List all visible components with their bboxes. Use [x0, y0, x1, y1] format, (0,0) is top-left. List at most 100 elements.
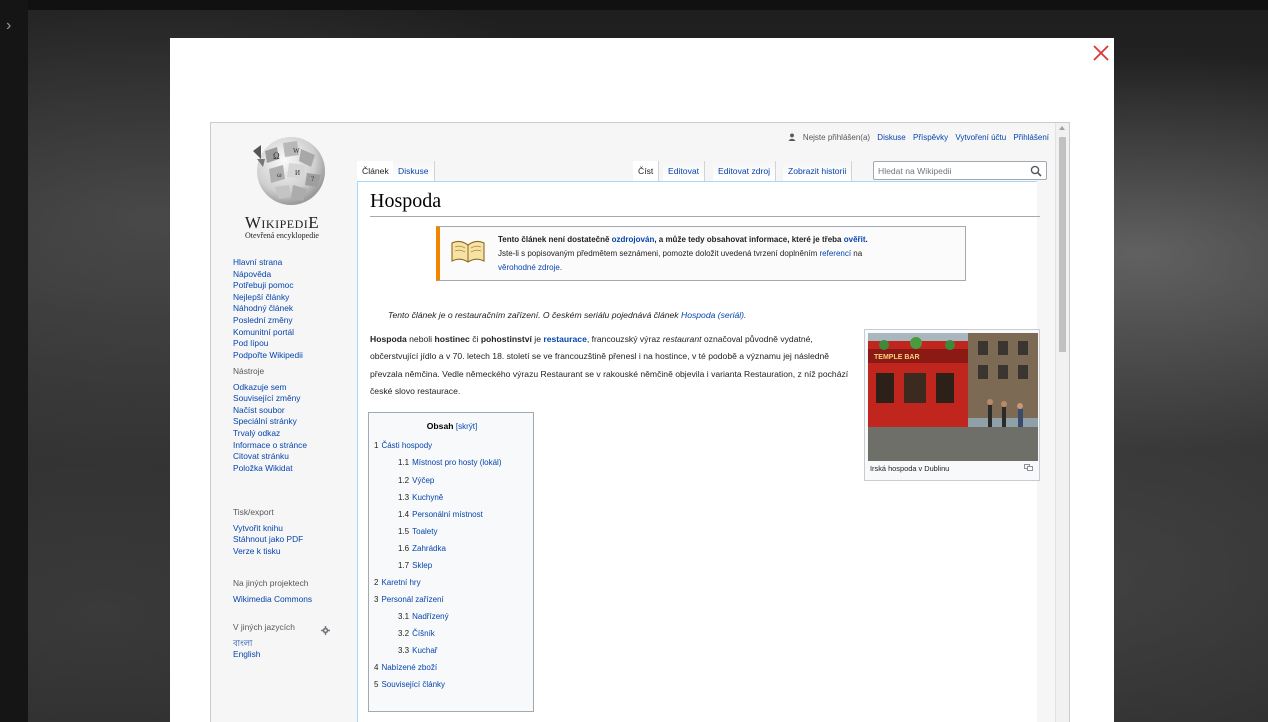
toc-label: Číšník [412, 629, 435, 638]
tab-edit-source[interactable]: Editovat zdroj [713, 161, 777, 181]
references-link[interactable]: referencí [820, 249, 852, 258]
text-span: je [531, 334, 544, 344]
toc-item[interactable]: 3.3 Kuchař [398, 646, 437, 655]
image-thumbnail: TEMPLE BAR Irská hospoda v Dublinu [864, 329, 1040, 481]
toc-toggle[interactable]: [skrýt] [456, 422, 477, 431]
reliable-sources-link[interactable]: věrohodné zdroje [498, 263, 560, 272]
enlarge-icon[interactable] [1024, 464, 1033, 471]
chevron-right-icon[interactable]: › [6, 18, 11, 34]
unsourced-link[interactable]: ozdrojován [612, 235, 655, 244]
create-account-link[interactable]: Vytvoření účtu [955, 133, 1006, 142]
sidebar-item[interactable]: Vytvořit knihu [233, 523, 303, 535]
toc-num: 1 [374, 441, 379, 450]
pub-photo[interactable]: TEMPLE BAR [868, 333, 1038, 461]
toc-label: Místnost pro hosty (lokál) [412, 458, 502, 467]
toc-item[interactable]: 1.5 Toalety [398, 527, 437, 536]
login-link[interactable]: Přihlášení [1013, 133, 1049, 142]
sidebar-item[interactable]: Související změny [233, 393, 307, 405]
toc-heading: Obsah [426, 421, 454, 431]
toc-item[interactable]: 1.4 Personální místnost [398, 510, 483, 519]
toc-item[interactable]: 1.3 Kuchyně [398, 493, 443, 502]
sidebar-item[interactable]: Stáhnout jako PDF [233, 534, 303, 546]
search-box [873, 161, 1047, 180]
toc-item[interactable]: 3.2 Číšník [398, 629, 435, 638]
hatnote-link[interactable]: Hospoda (seriál) [681, 310, 744, 320]
sidebar-item[interactable]: Verze k tisku [233, 546, 303, 558]
svg-text:ω: ω [277, 171, 282, 179]
sidebar-item[interactable]: Hlavní strana [233, 257, 303, 269]
sidebar-item[interactable]: Nápověda [233, 269, 303, 281]
sidebar-item[interactable]: Wikimedia Commons [233, 594, 312, 606]
sidebar-heading[interactable]: Na jiných projektech [233, 578, 312, 590]
sidebar-item[interactable]: Komunitní portál [233, 327, 303, 339]
toc-item[interactable]: 1.1 Místnost pro hosty (lokál) [398, 458, 502, 467]
bold-term: pohostinství [480, 334, 532, 344]
toc-item[interactable]: 2 Karetní hry [374, 578, 421, 587]
sidebar-item[interactable]: Odkazuje sem [233, 382, 307, 394]
scrollbar-thumb[interactable] [1059, 137, 1066, 352]
wikipedia-globe-icon[interactable]: Ω W И ω ? [235, 129, 335, 209]
sidebar-item[interactable]: Podpořte Wikipedii [233, 350, 303, 362]
tab-talk[interactable]: Diskuse [393, 161, 435, 181]
contributions-link[interactable]: Příspěvky [913, 133, 948, 142]
scroll-up-arrow-icon[interactable] [1059, 126, 1065, 130]
italic-term: restaurant [662, 334, 702, 344]
toc-num: 2 [374, 578, 379, 587]
toc-item[interactable]: 1.7 Sklep [398, 561, 432, 570]
sidebar-heading[interactable]: Tisk/export [233, 507, 303, 519]
notice-text-part: . [559, 263, 563, 272]
not-logged-in-text: Nejste přihlášen(a) [802, 133, 871, 142]
toc-num: 3.3 [398, 646, 410, 655]
toc-num: 1.4 [398, 510, 410, 519]
sidebar-heading[interactable]: V jiných jazycích [233, 622, 295, 634]
bold-term: hostinec [434, 334, 470, 344]
sidebar-item[interactable]: English [233, 649, 295, 661]
sidebar-item[interactable]: Pod lípou [233, 338, 303, 350]
close-x-icon[interactable] [1092, 44, 1110, 62]
notice-text-part: . [865, 235, 868, 244]
toc-title: Obsah [skrýt] [369, 421, 535, 431]
toc-item[interactable]: 4 Nabízené zboží [374, 663, 437, 672]
tab-read[interactable]: Číst [633, 161, 660, 181]
sidebar-item[interactable]: Náhodný článek [233, 303, 303, 315]
toc-label: Sklep [412, 561, 433, 570]
sidebar-item[interactable]: Potřebuji pomoc [233, 280, 303, 292]
toc-item[interactable]: 1.6 Zahrádka [398, 544, 446, 553]
thumbnail-caption: Irská hospoda v Dublinu [870, 464, 950, 473]
left-strip [0, 0, 28, 722]
toc-label: Části hospody [381, 441, 433, 450]
sidebar-projects: Na jiných projektech Wikimedia Commons [233, 578, 312, 605]
search-icon[interactable] [1030, 165, 1042, 177]
tab-edit[interactable]: Editovat [663, 161, 706, 181]
sidebar-item[interactable]: Informace o stránce [233, 440, 307, 452]
sidebar-item[interactable]: Trvalý odkaz [233, 428, 307, 440]
talk-link[interactable]: Diskuse [877, 133, 905, 142]
vertical-scrollbar[interactable] [1055, 123, 1069, 722]
sidebar-item[interactable]: বাংলা [233, 638, 295, 650]
toc-item[interactable]: 1 Části hospody [374, 441, 432, 450]
search-input[interactable] [878, 164, 1018, 178]
toc-num: 1.5 [398, 527, 410, 536]
toc-item[interactable]: 3 Personál zařízení [374, 595, 444, 604]
sidebar-languages: V jiných jazycích বাংলা English [233, 622, 295, 661]
toc-item[interactable]: 1.2 Výčep [398, 476, 434, 485]
tab-article[interactable]: Článek [357, 161, 395, 181]
tab-history[interactable]: Zobrazit historii [783, 161, 853, 181]
toc-item[interactable]: 5 Související články [374, 680, 445, 689]
restaurace-link[interactable]: restaurace [543, 334, 586, 344]
wikipedia-tagline: Otevřená encyklopedie [245, 231, 319, 240]
sidebar-item[interactable]: Poslední změny [233, 315, 303, 327]
sidebar-item[interactable]: Nejlepší články [233, 292, 303, 304]
svg-text:?: ? [311, 175, 314, 183]
sidebar-item[interactable]: Speciální stránky [233, 416, 307, 428]
sidebar-item[interactable]: Načíst soubor [233, 405, 307, 417]
sidebar-item[interactable]: Položka Wikidat [233, 463, 307, 475]
verify-link[interactable]: ověřit [844, 235, 866, 244]
toc-num: 3.2 [398, 629, 410, 638]
gear-icon[interactable] [321, 626, 330, 635]
sidebar-heading[interactable]: Nástroje [233, 366, 307, 378]
toc-item[interactable]: 3.1 Nadřízený [398, 612, 449, 621]
toc-label: Výčep [412, 476, 435, 485]
toc-num: 3.1 [398, 612, 410, 621]
sidebar-item[interactable]: Citovat stránku [233, 451, 307, 463]
